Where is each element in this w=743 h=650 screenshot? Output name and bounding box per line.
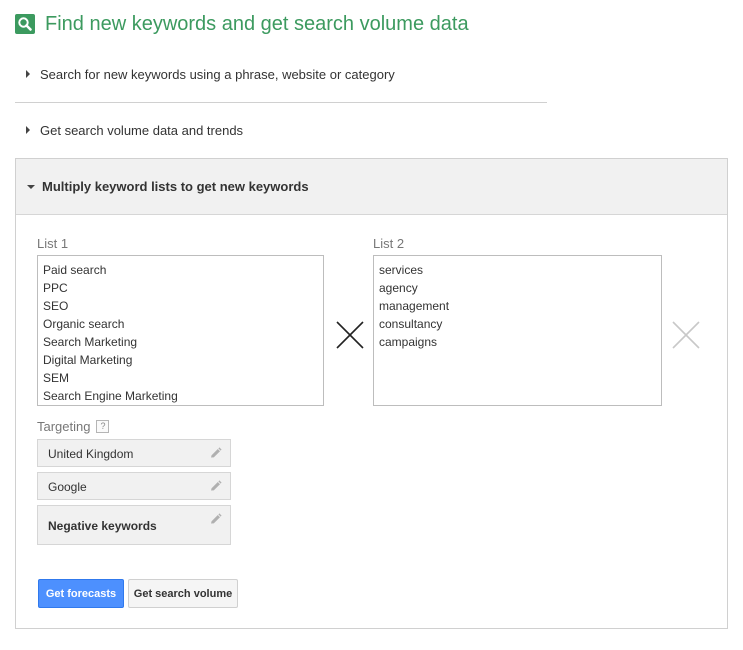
list-item: Search Engine Marketing [43, 389, 178, 403]
pencil-icon[interactable] [209, 513, 222, 526]
targeting-network[interactable]: Google [37, 472, 231, 500]
help-icon[interactable]: ? [96, 420, 110, 433]
multiply-panel: Multiply keyword lists to get new keywor… [15, 158, 728, 629]
targeting-label: Targeting ? [37, 419, 110, 434]
list-item: Organic search [43, 317, 125, 331]
list-item: SEO [43, 299, 69, 313]
list-item: Paid search [43, 263, 107, 277]
section-multiply[interactable]: Multiply keyword lists to get new keywor… [16, 159, 727, 215]
list-item: SEM [43, 371, 70, 385]
list2-label: List 2 [373, 236, 405, 251]
section-multiply-label: Multiply keyword lists to get new keywor… [42, 179, 309, 194]
caret-right-icon [26, 70, 30, 78]
list-item: agency [379, 281, 418, 295]
caret-down-icon [27, 184, 35, 189]
add-list-icon[interactable] [672, 321, 700, 349]
pencil-icon[interactable] [209, 480, 222, 493]
list-item: PPC [43, 281, 68, 295]
page-header: Find new keywords and get search volume … [15, 12, 469, 36]
list-item: campaigns [379, 335, 438, 349]
get-forecasts-button[interactable]: Get forecasts [38, 579, 124, 608]
pencil-icon[interactable] [209, 447, 222, 460]
targeting-location-text: United Kingdom [48, 447, 134, 461]
list-item: Digital Marketing [43, 353, 133, 367]
search-icon [15, 14, 35, 34]
targeting-location[interactable]: United Kingdom [37, 439, 231, 467]
targeting-network-text: Google [48, 480, 87, 494]
targeting-label-text: Targeting [37, 419, 91, 434]
list-item: management [379, 299, 450, 313]
targeting-negative-keywords-text: Negative keywords [48, 519, 157, 533]
list-item: consultancy [379, 317, 443, 331]
caret-right-icon [26, 126, 30, 134]
multiply-icon [336, 321, 364, 349]
list2-textarea[interactable]: services agency management consultancy c… [373, 255, 662, 406]
divider [15, 102, 547, 103]
targeting-negative-keywords[interactable]: Negative keywords [37, 505, 231, 545]
list1-textarea[interactable]: Paid search PPC SEO Organic search Searc… [37, 255, 324, 406]
section-search-volume-label: Get search volume data and trends [40, 122, 244, 138]
list-item: services [379, 263, 424, 277]
page-title: Find new keywords and get search volume … [45, 13, 469, 35]
section-search-volume[interactable]: Get search volume data and trends [15, 108, 547, 152]
section-phrase-search[interactable]: Search for new keywords using a phrase, … [15, 52, 547, 96]
section-phrase-search-label: Search for new keywords using a phrase, … [40, 66, 395, 82]
list1-label: List 1 [37, 236, 69, 251]
list-item: Search Marketing [43, 335, 138, 349]
get-search-volume-button[interactable]: Get search volume [128, 579, 238, 608]
